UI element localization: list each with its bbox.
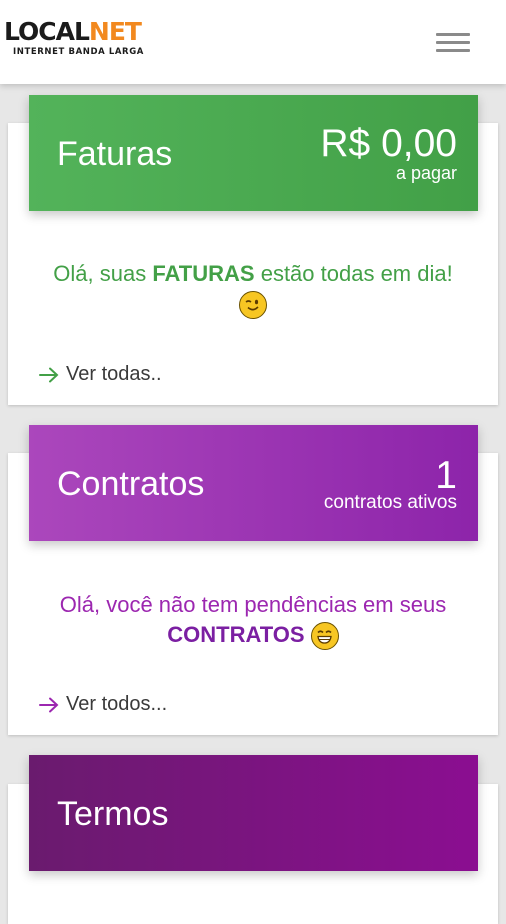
termos-header[interactable]: Termos bbox=[29, 755, 478, 871]
termos-title: Termos bbox=[57, 795, 169, 833]
logo-net-text: NET bbox=[88, 17, 142, 46]
arrow-right-icon bbox=[39, 367, 59, 383]
logo-wordmark: LOCALNET bbox=[4, 18, 144, 46]
faturas-see-all-link[interactable]: Ver todas.. bbox=[38, 362, 162, 386]
logo-tagline: INTERNET BANDA LARGA bbox=[13, 47, 144, 57]
contratos-highlight: CONTRATOS bbox=[167, 622, 305, 647]
winking-face-emoji bbox=[239, 291, 267, 320]
contratos-title: Contratos bbox=[57, 465, 205, 503]
hamburger-menu-icon[interactable] bbox=[436, 33, 470, 53]
logo-local-text: LOCAL bbox=[4, 17, 90, 46]
faturas-header[interactable]: Faturas R$ 0,00 a pagar bbox=[29, 95, 478, 211]
contratos-count: 1 bbox=[435, 454, 457, 497]
faturas-title: Faturas bbox=[57, 135, 173, 173]
localnet-logo[interactable]: LOCALNET INTERNET BANDA LARGA bbox=[4, 18, 144, 58]
contratos-see-all-label: Ver todos... bbox=[66, 693, 168, 715]
faturas-see-all-label: Ver todas.. bbox=[66, 363, 162, 385]
contratos-count-label: contratos ativos bbox=[323, 492, 457, 513]
faturas-message: Olá, suas FATURAS estão todas em dia! bbox=[8, 259, 498, 320]
contratos-see-all-link[interactable]: Ver todos... bbox=[38, 692, 167, 716]
contratos-message: Olá, você não tem pendências em seus CON… bbox=[8, 590, 498, 651]
top-bar: LOCALNET INTERNET BANDA LARGA bbox=[0, 0, 506, 84]
grinning-face-emoji bbox=[310, 622, 339, 651]
faturas-highlight: FATURAS bbox=[152, 261, 255, 286]
contratos-header[interactable]: Contratos 1 contratos ativos bbox=[29, 425, 478, 541]
faturas-amount: R$ 0,00 bbox=[320, 122, 457, 165]
arrow-right-icon bbox=[39, 697, 59, 713]
faturas-amount-label: a pagar bbox=[395, 163, 457, 183]
